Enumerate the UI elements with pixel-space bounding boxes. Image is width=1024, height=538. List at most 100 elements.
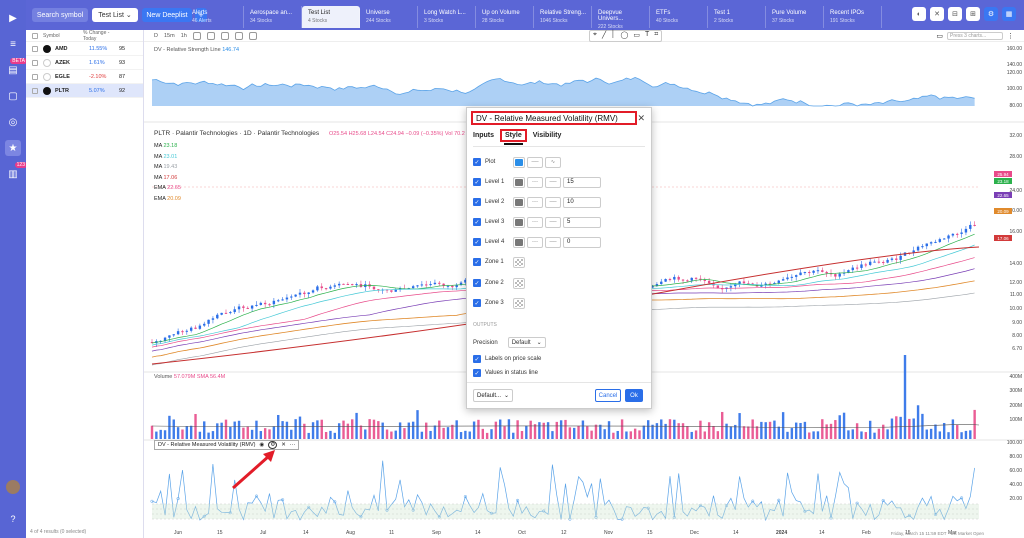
cancel-button[interactable]: Cancel [595,389,621,402]
new-deeplist-button[interactable]: New Deeplist [142,8,192,22]
trendline-icon[interactable]: ╱ [602,31,606,41]
level-3-checkbox[interactable]: ✓ [473,218,481,226]
tab-test-1[interactable]: Test 12 Stocks [708,6,766,28]
vertical-line-icon[interactable]: │ [611,31,615,41]
tab-test-list[interactable]: Test List 4 Stocks [302,6,360,28]
news-icon[interactable]: ▥ 123 [5,162,27,182]
list-select[interactable]: Test List ⌄ [92,8,138,22]
ma-legend-item[interactable]: EMA 20.09 [154,194,181,205]
level-3-input[interactable]: 5 [563,216,601,228]
table-row[interactable]: EGLE -2.10% 87 [26,70,143,84]
chart-icon[interactable]: ▢ [5,88,21,104]
search-symbol-button[interactable]: Search symbol [32,8,88,22]
volume-label[interactable]: Volume 57.079M SMA 56.4M [154,374,225,380]
alerts-icon[interactable]: ◎ [5,114,21,130]
close-icon[interactable]: ✕ [637,113,645,124]
zone-2-checkbox[interactable]: ✓ [473,279,481,287]
discord-icon[interactable]: ◐ [912,7,926,21]
interval-d[interactable]: D [154,33,158,39]
line-style-select[interactable]: ┄┄ [527,236,543,248]
ok-button[interactable]: Ok [625,389,643,402]
camera-icon[interactable] [248,31,257,40]
table-row[interactable]: PLTR 5.07% 92 [26,84,143,98]
logo-icon[interactable]: ▶ [5,10,21,26]
zone-color-swatch[interactable] [513,297,525,309]
row-checkbox[interactable] [32,73,38,80]
row-checkbox[interactable] [32,45,38,52]
redo-icon[interactable] [234,31,243,40]
watchlist-icon[interactable]: ★ [5,140,21,156]
labels-on-scale-checkbox[interactable]: ✓ [473,355,481,363]
line-width-select[interactable]: ── [545,216,561,228]
line-width-select[interactable]: ── [545,196,561,208]
help-icon[interactable]: ? [10,514,15,524]
tab-universe[interactable]: Universe 244 Stocks [360,6,418,28]
tab-up-on-volume[interactable]: Up on Volume 28 Stocks [476,6,534,28]
tab-inputs[interactable]: Inputs [473,132,494,145]
cursor-icon[interactable]: ⌖ [593,31,597,41]
plot-checkbox[interactable]: ✓ [473,158,481,166]
more-icon[interactable]: ⋯ [290,442,296,448]
table-row[interactable]: AMD 11.55% 95 [26,42,143,56]
line-style-select[interactable]: ┄┄ [527,216,543,228]
indicators-icon[interactable] [206,31,215,40]
line-width-select[interactable]: ── [545,176,561,188]
tab-deepvue-universe[interactable]: Deepvue Univers... 222 Stocks [592,6,650,30]
menu-icon[interactable]: ≡ [5,36,21,52]
candle-type-icon[interactable] [192,31,201,40]
level-4-checkbox[interactable]: ✓ [473,238,481,246]
rs-line-label[interactable]: DV - Relative Strength Line 146.74 [154,47,239,53]
x-icon[interactable]: ✕ [930,7,944,21]
settings-icon[interactable]: ⚙ [984,7,998,21]
text-icon[interactable]: T [645,31,649,41]
color-swatch[interactable] [513,196,525,208]
layout-icon[interactable]: ⊟ [948,7,962,21]
row-checkbox[interactable] [32,59,38,66]
level-4-input[interactable]: 0 [563,236,601,248]
layout-icon[interactable]: ▭ [936,32,943,40]
level-1-input[interactable]: 15 [563,176,601,188]
zone-color-swatch[interactable] [513,256,525,268]
line-width-select[interactable]: ── [545,236,561,248]
ma-legend-item[interactable]: MA 23.01 [154,152,181,163]
circle-icon[interactable]: ◯ [621,31,629,41]
tab-relative-strength[interactable]: Relative Streng... 1046 Stocks [534,6,592,28]
menu-icon[interactable]: ⋮ [1007,32,1014,40]
ma-legend-item[interactable]: MA 19.43 [154,162,181,173]
line-style-select[interactable]: ┄┄ [527,176,543,188]
tab-aerospace[interactable]: Aerospace an... 34 Stocks [244,6,302,28]
line-style-select[interactable]: ── [527,156,543,168]
zone-1-checkbox[interactable]: ✓ [473,258,481,266]
line-style-select[interactable]: ┄┄ [527,196,543,208]
fib-icon[interactable]: ⌗ [654,31,658,41]
values-in-status-checkbox[interactable]: ✓ [473,369,481,377]
tab-recent-ipos[interactable]: Recent IPOs 191 Stocks [824,6,882,28]
compare-input[interactable]: Press 3 charts... [947,32,1003,40]
panels-icon[interactable]: ▦ [1002,7,1016,21]
tab-style[interactable]: Style [500,129,527,145]
level-1-checkbox[interactable]: ✓ [473,178,481,186]
interval-1h[interactable]: 1h [181,33,187,39]
tab-alerts[interactable]: Alerts 46 Alerts [186,6,244,28]
table-row[interactable]: AZEK 1.61% 93 [26,56,143,70]
color-swatch[interactable] [513,236,525,248]
select-all-checkbox[interactable] [32,32,38,39]
tab-long-watch[interactable]: Long Watch L... 3 Stocks [418,6,476,28]
ma-legend-item[interactable]: MA 17.06 [154,173,181,184]
level-2-input[interactable]: 10 [563,196,601,208]
precision-select[interactable]: Default ⌄ [507,337,546,348]
tab-etfs[interactable]: ETFs 40 Stocks [650,6,708,28]
plot-type-select[interactable]: ∿ [545,156,561,168]
tab-pure-volume[interactable]: Pure Volume 37 Stocks [766,6,824,28]
tab-visibility[interactable]: Visibility [533,132,562,145]
level-2-checkbox[interactable]: ✓ [473,198,481,206]
row-checkbox[interactable] [32,87,38,94]
interval-15m[interactable]: 15m [164,33,175,39]
avatar[interactable] [6,480,20,494]
zone-3-checkbox[interactable]: ✓ [473,299,481,307]
ma-legend-item[interactable]: EMA 22.65 [154,183,181,194]
undo-icon[interactable] [220,31,229,40]
color-swatch[interactable] [513,216,525,228]
comment-icon[interactable]: ▭ [633,31,640,41]
screener-icon[interactable]: ▤ BETA [5,58,27,78]
